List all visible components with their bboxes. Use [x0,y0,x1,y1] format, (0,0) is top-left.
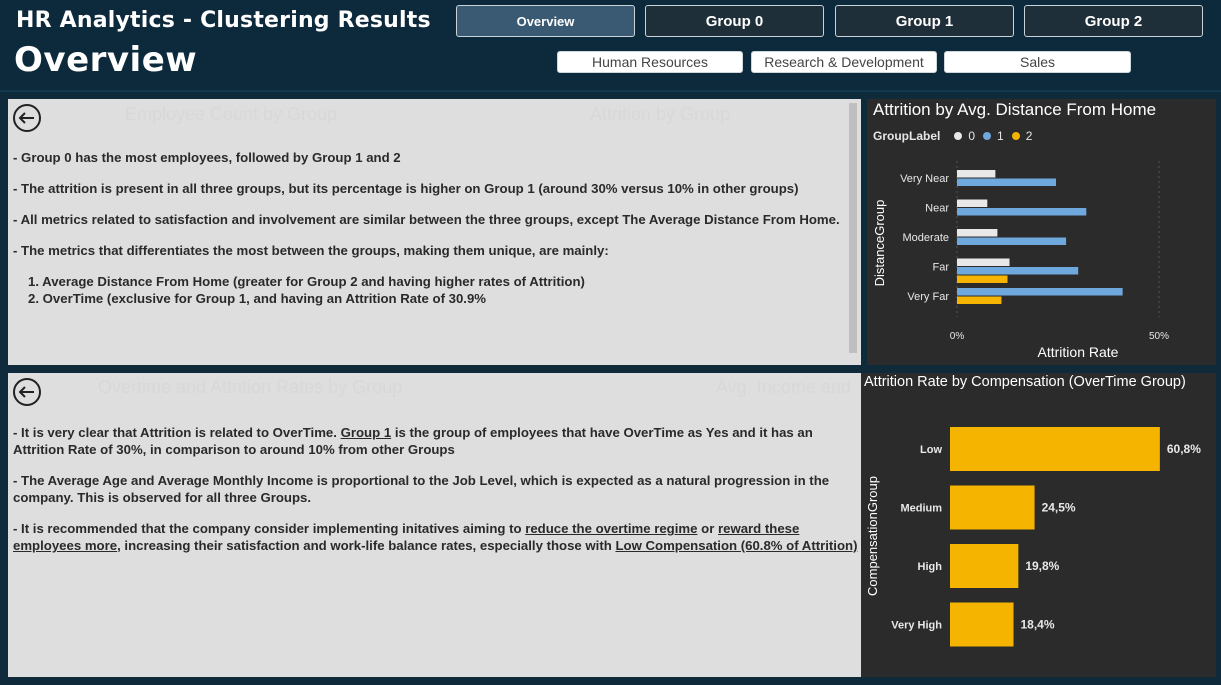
back-arrow-icon[interactable] [12,377,42,407]
compensation-chart-svg: Low 60,8% Medium 24,5% High 19,8% Very High 18,… [865,427,1201,647]
app-title: HR Analytics - Clustering Results [16,8,431,33]
scrollbar[interactable] [849,103,857,353]
bar-series-0 [957,229,998,237]
y-tick-label: Medium [900,503,942,515]
filter-research-development[interactable]: Research & Development [751,51,937,73]
bar-series-0 [957,199,988,207]
note-line: - All metrics related to satisfaction an… [13,212,840,227]
note-list-item: 2. OverTime (exclusive for Group 1, and … [28,291,487,306]
x-tick-label: 0% [950,331,965,342]
y-tick-label: Low [920,444,942,456]
bottom-notes-text: - It is very clear that Attrition is rel… [13,424,858,554]
bar-series-1 [957,267,1079,275]
y-axis-label: CompensationGroup [865,476,880,596]
top-notes-text: - Group 0 has the most employees, follow… [13,149,853,307]
data-label: 60,8% [1167,442,1201,456]
bar-series-1 [957,237,1067,245]
header-bar: HR Analytics - Clustering Results Overvi… [0,0,1221,92]
note-paragraph: - It is very clear that Attrition is rel… [13,424,858,458]
note-list-item: 1. Average Distance From Home (greater f… [28,274,585,289]
y-tick-label: Very High [891,620,942,632]
compensation-bar [950,427,1160,471]
data-label: 24,5% [1042,501,1076,515]
ghost-title-attrition: Attrition by Group [590,104,731,124]
bar-series-1 [957,178,1056,186]
bottom-left-panel: Overtime and Attrition Rates by Group Av… [8,373,861,677]
x-axis-label: Attrition Rate [1038,344,1119,360]
page-title: Overview [14,40,198,80]
y-tick-label: Moderate [903,232,949,244]
y-tick-label: Very Far [907,291,949,303]
top-left-panel: Employee Count by Group Attrition by Gro… [8,99,861,365]
ghost-title-income: Avg. Income and [716,377,851,397]
bar-series-2 [957,296,1002,304]
compensation-bar [950,602,1014,647]
note-line: - The metrics that differentiates the mo… [13,243,609,258]
nav-overview-button[interactable]: Overview [456,5,635,37]
bar-series-1 [957,288,1123,296]
y-tick-label: Near [925,203,949,215]
nav-group-1-button[interactable]: Group 1 [835,5,1014,37]
bar-series-1 [957,208,1087,216]
distance-chart-panel: Attrition by Avg. Distance From Home Gro… [867,99,1216,365]
bar-series-2 [957,275,1008,283]
note-text: , increasing their satisfaction and work… [117,538,616,553]
ghost-title-employee-count: Employee Count by Group [125,104,338,124]
y-tick-label: Far [933,262,950,274]
data-label: 19,8% [1025,559,1059,573]
note-paragraph: - It is recommended that the company con… [13,520,858,554]
bottom-notes-overlay: Overtime and Attrition Rates by Group Av… [8,373,861,677]
note-text: - It is recommended that the company con… [13,521,526,536]
compensation-chart-panel: Attrition Rate by Compensation (OverTime… [861,373,1216,677]
y-tick-label: Very Near [900,173,949,185]
note-paragraph: - The Average Age and Average Monthly In… [13,473,830,505]
filter-sales[interactable]: Sales [944,51,1131,73]
note-emphasis: Low Compensation (60.8% of Attrition) [615,538,858,553]
compensation-bar [950,485,1035,530]
ghost-title-overtime: Overtime and Attrition Rates by Group [98,377,403,397]
bar-series-0 [957,258,1010,266]
x-tick-label: 50% [1149,331,1169,342]
note-line: - The attrition is present in all three … [13,181,799,196]
distance-chart-svg: Very Near Near Moderate Far Very Far 0% 50% Att… [872,161,1169,360]
back-arrow-icon[interactable] [12,103,42,133]
note-emphasis: reduce the overtime regime [525,521,698,536]
note-emphasis: Group 1 [340,425,392,440]
data-label: 18,4% [1021,618,1055,632]
y-axis-label: DistanceGroup [872,200,887,287]
note-line: - Group 0 has the most employees, follow… [13,150,401,165]
y-tick-label: High [918,561,943,573]
nav-group-0-button[interactable]: Group 0 [645,5,824,37]
note-text: - It is very clear that Attrition is rel… [13,425,341,440]
bar-series-0 [957,170,996,178]
filter-human-resources[interactable]: Human Resources [557,51,743,73]
nav-group-2-button[interactable]: Group 2 [1024,5,1203,37]
top-notes-overlay: Employee Count by Group Attrition by Gro… [8,99,861,365]
note-text: or [697,521,718,536]
compensation-bar [950,544,1019,588]
